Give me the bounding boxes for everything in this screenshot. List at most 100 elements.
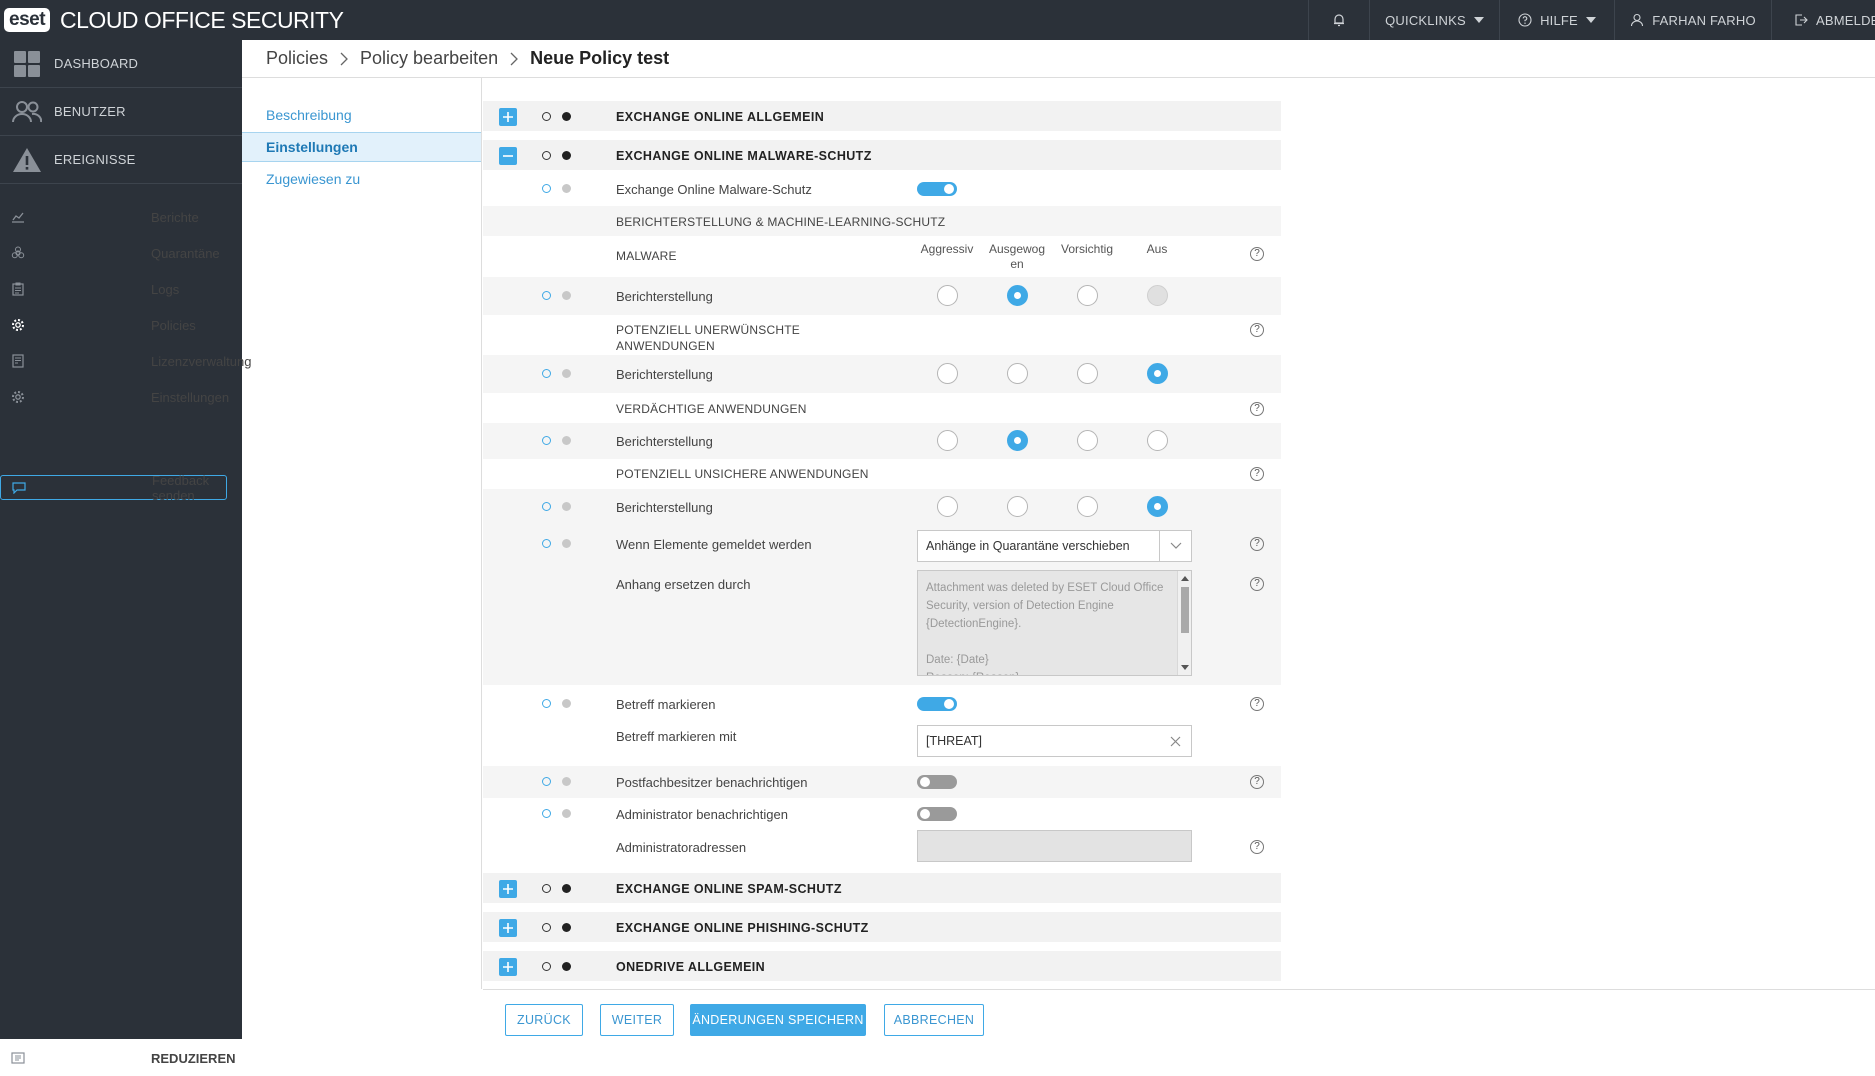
policy-force-flag-icon[interactable] (562, 112, 571, 121)
help-icon[interactable]: ? (1250, 323, 1264, 337)
section-exchange-general[interactable]: EXCHANGE ONLINE ALLGEMEIN (483, 101, 1281, 131)
policy-force-flag-icon[interactable] (562, 539, 571, 548)
radio-balanced[interactable] (1007, 496, 1028, 517)
radio-off[interactable] (1147, 430, 1168, 451)
sidebar-item-dashboard[interactable]: DASHBOARD (0, 40, 242, 88)
radio-cautious[interactable] (1077, 496, 1098, 517)
section-exchange-spam[interactable]: EXCHANGE ONLINE SPAM-SCHUTZ (483, 873, 1281, 903)
policy-force-flag-icon[interactable] (562, 884, 571, 893)
expand-button[interactable] (499, 880, 517, 898)
policy-apply-flag-icon[interactable] (542, 884, 551, 893)
policy-apply-flag-icon[interactable] (542, 369, 551, 378)
policy-force-flag-icon[interactable] (562, 184, 571, 193)
radio-cautious[interactable] (1077, 430, 1098, 451)
radio-balanced[interactable] (1007, 430, 1028, 451)
help-icon[interactable]: ? (1250, 402, 1264, 416)
subnav-description[interactable]: Beschreibung (242, 100, 481, 130)
user-menu[interactable]: FARHAN FARHO (1614, 0, 1771, 40)
expand-button[interactable] (499, 108, 517, 126)
malware-enable-toggle[interactable] (917, 182, 957, 196)
policy-force-flag-icon[interactable] (562, 291, 571, 300)
help-icon[interactable]: ? (1250, 537, 1264, 551)
policy-apply-flag-icon[interactable] (542, 539, 551, 548)
policy-force-flag-icon[interactable] (562, 777, 571, 786)
policy-force-flag-icon[interactable] (562, 436, 571, 445)
textarea-scrollbar[interactable] (1177, 571, 1191, 675)
next-button[interactable]: WEITER (600, 1004, 674, 1036)
breadcrumb-edit-policy[interactable]: Policy bearbeiten (360, 48, 498, 69)
sidebar-item-policies[interactable]: Policies (0, 307, 242, 343)
subnav-settings[interactable]: Einstellungen (242, 132, 481, 162)
policy-apply-flag-icon[interactable] (542, 699, 551, 708)
policy-apply-flag-icon[interactable] (542, 923, 551, 932)
mark-subject-toggle[interactable] (917, 697, 957, 711)
radio-aggressive[interactable] (937, 285, 958, 306)
policy-apply-flag-icon[interactable] (542, 151, 551, 160)
chevron-down-icon[interactable] (1159, 531, 1191, 561)
policy-force-flag-icon[interactable] (562, 699, 571, 708)
policy-force-flag-icon[interactable] (562, 369, 571, 378)
sidebar-item-events[interactable]: EREIGNISSE (0, 136, 242, 184)
radio-aggressive[interactable] (937, 363, 958, 384)
notifications-button[interactable] (1308, 0, 1369, 40)
help-icon[interactable]: ? (1250, 577, 1264, 591)
policy-force-flag-icon[interactable] (562, 502, 571, 511)
policy-apply-flag-icon[interactable] (542, 502, 551, 511)
radio-cautious[interactable] (1077, 285, 1098, 306)
subnav-assigned-to[interactable]: Zugewiesen zu (242, 164, 481, 194)
policy-apply-flag-icon[interactable] (542, 184, 551, 193)
mark-subject-with-input[interactable]: [THREAT] (917, 725, 1192, 757)
radio-aggressive[interactable] (937, 496, 958, 517)
radio-balanced[interactable] (1007, 285, 1028, 306)
scroll-down-icon[interactable] (1181, 665, 1189, 671)
help-icon[interactable]: ? (1250, 840, 1264, 854)
policy-force-flag-icon[interactable] (562, 809, 571, 818)
scroll-up-icon[interactable] (1181, 575, 1189, 581)
app-logo[interactable]: eset CLOUD OFFICE SECURITY (4, 5, 344, 35)
scroll-thumb[interactable] (1181, 587, 1189, 633)
policy-apply-flag-icon[interactable] (542, 809, 551, 818)
sidebar-item-reports[interactable]: Berichte (0, 199, 242, 235)
clear-icon[interactable] (1170, 736, 1181, 747)
sidebar-item-users[interactable]: BENUTZER (0, 88, 242, 136)
sidebar-item-logs[interactable]: Logs (0, 271, 242, 307)
save-changes-button[interactable]: ÄNDERUNGEN SPEICHERN (690, 1004, 866, 1036)
when-reported-select[interactable]: Anhänge in Quarantäne verschieben (917, 530, 1192, 562)
collapse-button[interactable] (499, 147, 517, 165)
notify-admin-toggle[interactable] (917, 807, 957, 821)
notify-owner-toggle[interactable] (917, 775, 957, 789)
expand-button[interactable] (499, 958, 517, 976)
logout-button[interactable]: ABMELDEN (1771, 0, 1875, 40)
policy-apply-flag-icon[interactable] (542, 777, 551, 786)
radio-cautious[interactable] (1077, 363, 1098, 384)
back-button[interactable]: ZURÜCK (505, 1004, 583, 1036)
policy-force-flag-icon[interactable] (562, 962, 571, 971)
help-icon[interactable]: ? (1250, 775, 1264, 789)
policy-force-flag-icon[interactable] (562, 151, 571, 160)
replace-attachment-textarea[interactable]: Attachment was deleted by ESET Cloud Off… (917, 570, 1192, 676)
radio-balanced[interactable] (1007, 363, 1028, 384)
radio-off[interactable] (1147, 496, 1168, 517)
cancel-button[interactable]: ABBRECHEN (884, 1004, 984, 1036)
collapse-sidebar-button[interactable]: REDUZIEREN (0, 1040, 242, 1076)
policy-apply-flag-icon[interactable] (542, 436, 551, 445)
section-exchange-phishing[interactable]: EXCHANGE ONLINE PHISHING-SCHUTZ (483, 912, 1281, 942)
feedback-button[interactable]: Feedback senden (0, 473, 227, 503)
sidebar-item-quarantine[interactable]: Quarantäne (0, 235, 242, 271)
policy-apply-flag-icon[interactable] (542, 962, 551, 971)
help-icon[interactable]: ? (1250, 467, 1264, 481)
section-onedrive-general[interactable]: ONEDRIVE ALLGEMEIN (483, 951, 1281, 981)
help-icon[interactable]: ? (1250, 697, 1264, 711)
sidebar-item-licenses[interactable]: Lizenzverwaltung (0, 343, 251, 379)
section-exchange-malware[interactable]: EXCHANGE ONLINE MALWARE-SCHUTZ (483, 140, 1281, 170)
help-icon[interactable]: ? (1250, 247, 1264, 261)
policy-force-flag-icon[interactable] (562, 923, 571, 932)
sidebar-item-settings[interactable]: Einstellungen (0, 379, 242, 415)
breadcrumb-policies[interactable]: Policies (266, 48, 328, 69)
quicklinks-menu[interactable]: QUICKLINKS (1369, 0, 1499, 40)
policy-apply-flag-icon[interactable] (542, 112, 551, 121)
help-menu[interactable]: HILFE (1499, 0, 1614, 40)
radio-aggressive[interactable] (937, 430, 958, 451)
policy-apply-flag-icon[interactable] (542, 291, 551, 300)
radio-off[interactable] (1147, 363, 1168, 384)
